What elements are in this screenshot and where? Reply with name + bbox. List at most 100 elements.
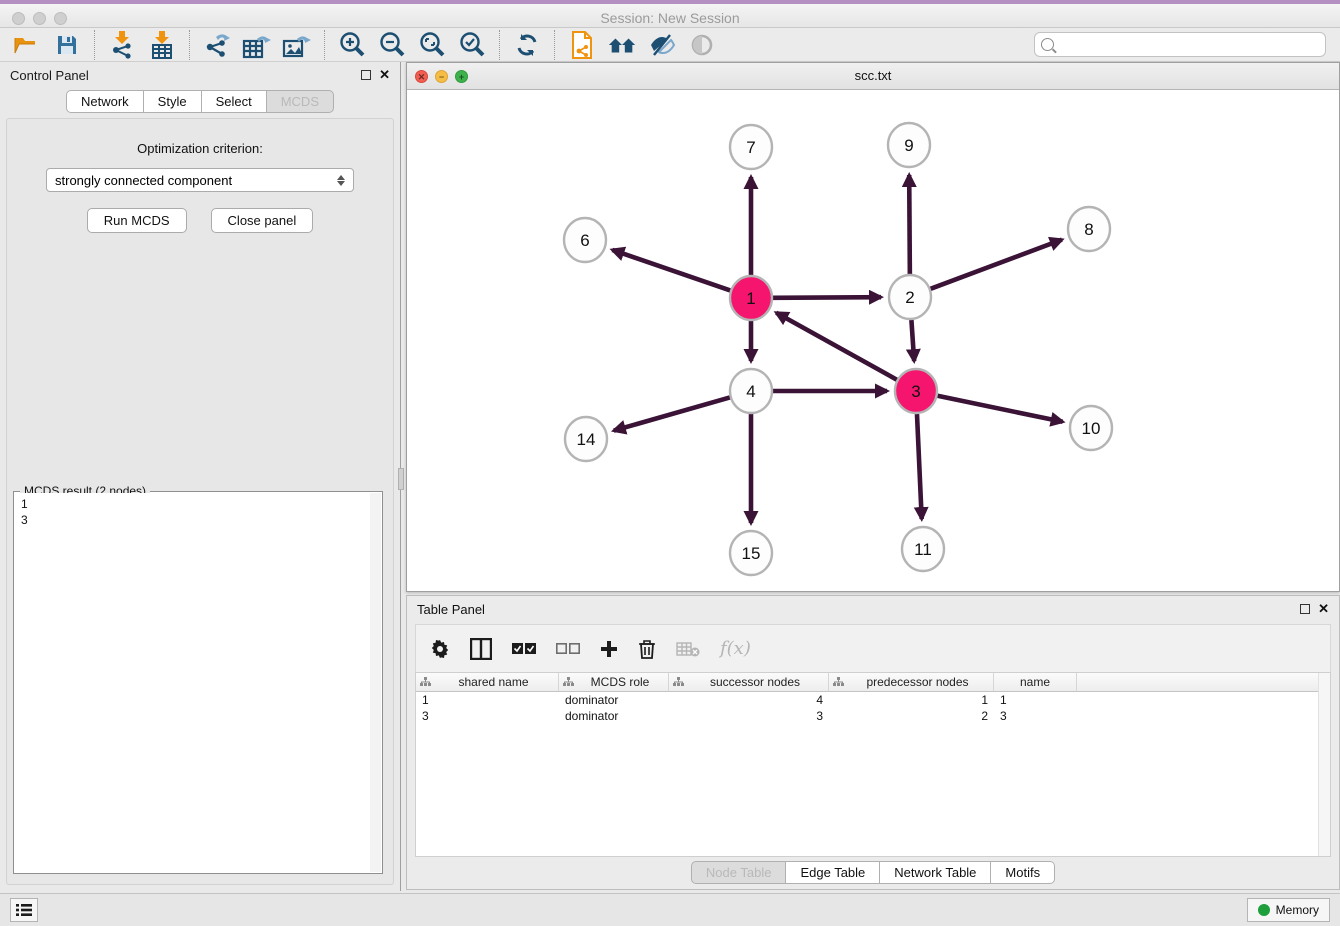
save-session-icon[interactable] — [52, 30, 82, 60]
hide-selected-icon[interactable] — [647, 30, 677, 60]
import-table-icon[interactable] — [147, 30, 177, 60]
table-settings-icon[interactable] — [430, 639, 450, 659]
edge-4-14[interactable] — [614, 397, 730, 430]
export-table-icon[interactable] — [242, 30, 272, 60]
tab-network[interactable]: Network — [66, 90, 144, 113]
import-network-icon[interactable] — [107, 30, 137, 60]
zoom-out-icon[interactable] — [377, 30, 407, 60]
search-input[interactable] — [1059, 38, 1319, 52]
cell-shared-name[interactable]: 1 — [416, 693, 559, 707]
column-header-predecessor-nodes[interactable]: predecessor nodes — [829, 673, 994, 691]
network-window-title: scc.txt — [407, 68, 1339, 83]
cell-predecessor-nodes[interactable]: 1 — [829, 693, 994, 707]
cell-name[interactable]: 3 — [994, 709, 1077, 723]
show-all-nodes-icon[interactable] — [607, 30, 637, 60]
tab-mcds[interactable]: MCDS — [267, 90, 334, 113]
cell-MCDS-role[interactable]: dominator — [559, 709, 669, 723]
column-hierarchy-icon — [563, 677, 574, 687]
table-toolbar: f(x) — [415, 624, 1331, 672]
float-table-panel-icon[interactable] — [1300, 604, 1310, 614]
node-15[interactable]: 15 — [730, 531, 772, 575]
node-9[interactable]: 9 — [888, 123, 930, 167]
edge-1-2[interactable] — [773, 297, 881, 298]
cell-MCDS-role[interactable]: dominator — [559, 693, 669, 707]
close-panel-icon[interactable]: ✕ — [379, 70, 390, 80]
node-8[interactable]: 8 — [1068, 207, 1110, 251]
node-4[interactable]: 4 — [730, 369, 772, 413]
table-row[interactable]: 1dominator411 — [416, 692, 1330, 708]
memory-button[interactable]: Memory — [1247, 898, 1330, 922]
node-14[interactable]: 14 — [565, 417, 607, 461]
search-area — [1034, 32, 1326, 57]
tab-select[interactable]: Select — [202, 90, 267, 113]
cell-shared-name[interactable]: 3 — [416, 709, 559, 723]
column-label: shared name — [433, 675, 554, 689]
column-header-MCDS-role[interactable]: MCDS role — [559, 673, 669, 691]
result-scrollbar[interactable] — [370, 493, 381, 872]
deselect-all-rows-icon[interactable] — [556, 642, 580, 656]
column-label: successor nodes — [686, 675, 824, 689]
criterion-dropdown[interactable]: strongly connected component — [46, 168, 354, 192]
network-window-titlebar[interactable]: ✕ − + scc.txt — [407, 63, 1339, 90]
tab-network-table[interactable]: Network Table — [880, 861, 991, 884]
table-row[interactable]: 3dominator323 — [416, 708, 1330, 724]
edge-1-6[interactable] — [612, 250, 730, 291]
node-11[interactable]: 11 — [902, 527, 944, 571]
node-2[interactable]: 2 — [889, 275, 931, 319]
task-history-button[interactable] — [10, 898, 38, 922]
show-hidden-icon[interactable] — [687, 30, 717, 60]
add-column-icon[interactable] — [600, 640, 618, 658]
table-panel: Table Panel ✕ — [406, 595, 1340, 890]
network-view-window: ✕ − + scc.txt 7 9 6 8 1 2 4 3 14 10 15 11 — [406, 62, 1340, 592]
mcds-result-text[interactable]: 1 3 — [15, 493, 381, 872]
column-header-shared-name[interactable]: shared name — [416, 673, 559, 691]
search-box[interactable] — [1034, 32, 1326, 57]
tab-edge-table[interactable]: Edge Table — [786, 861, 880, 884]
close-table-panel-icon[interactable]: ✕ — [1318, 604, 1329, 614]
tab-style[interactable]: Style — [144, 90, 202, 113]
zoom-in-icon[interactable] — [337, 30, 367, 60]
column-header-name[interactable]: name — [994, 673, 1077, 691]
run-mcds-button[interactable]: Run MCDS — [87, 208, 187, 233]
node-7[interactable]: 7 — [730, 125, 772, 169]
svg-text:10: 10 — [1082, 419, 1101, 438]
close-panel-button[interactable]: Close panel — [211, 208, 314, 233]
cell-name[interactable]: 1 — [994, 693, 1077, 707]
edge-2-9[interactable] — [909, 175, 910, 274]
node-10[interactable]: 10 — [1070, 406, 1112, 450]
table-header-row: shared name MCDS role successor nodes prede… — [416, 673, 1330, 692]
column-header-successor-nodes[interactable]: successor nodes — [669, 673, 829, 691]
clone-network-icon[interactable] — [567, 30, 597, 60]
edge-3-10[interactable] — [938, 396, 1063, 422]
refresh-view-icon[interactable] — [512, 30, 542, 60]
open-file-icon[interactable] — [12, 30, 42, 60]
zoom-selected-icon[interactable] — [457, 30, 487, 60]
node-table[interactable]: shared name MCDS role successor nodes prede… — [415, 672, 1331, 857]
cell-predecessor-nodes[interactable]: 2 — [829, 709, 994, 723]
float-panel-icon[interactable] — [361, 70, 371, 80]
export-network-icon[interactable] — [202, 30, 232, 60]
edge-3-1[interactable] — [776, 313, 897, 380]
select-all-rows-icon[interactable] — [512, 642, 536, 656]
edge-2-3[interactable] — [911, 320, 914, 361]
delete-column-icon[interactable] — [638, 639, 656, 659]
cell-successor-nodes[interactable]: 3 — [669, 709, 829, 723]
node-3[interactable]: 3 — [895, 369, 937, 413]
cell-successor-nodes[interactable]: 4 — [669, 693, 829, 707]
panel-divider-handle[interactable] — [398, 468, 404, 490]
svg-text:1: 1 — [746, 289, 755, 308]
svg-text:11: 11 — [914, 540, 932, 559]
tab-node-table[interactable]: Node Table — [691, 861, 787, 884]
svg-text:8: 8 — [1084, 220, 1093, 239]
table-scrollbar[interactable] — [1318, 673, 1330, 856]
export-image-icon[interactable] — [282, 30, 312, 60]
tab-motifs[interactable]: Motifs — [991, 861, 1055, 884]
status-bar: Memory — [0, 893, 1340, 926]
node-6[interactable]: 6 — [564, 218, 606, 262]
split-panel-icon[interactable] — [470, 638, 492, 660]
edge-3-11[interactable] — [917, 414, 922, 519]
node-1[interactable]: 1 — [730, 276, 772, 320]
edge-2-8[interactable] — [931, 240, 1062, 289]
zoom-fit-icon[interactable] — [417, 30, 447, 60]
network-canvas[interactable]: 7 9 6 8 1 2 4 3 14 10 15 11 — [407, 90, 1339, 591]
